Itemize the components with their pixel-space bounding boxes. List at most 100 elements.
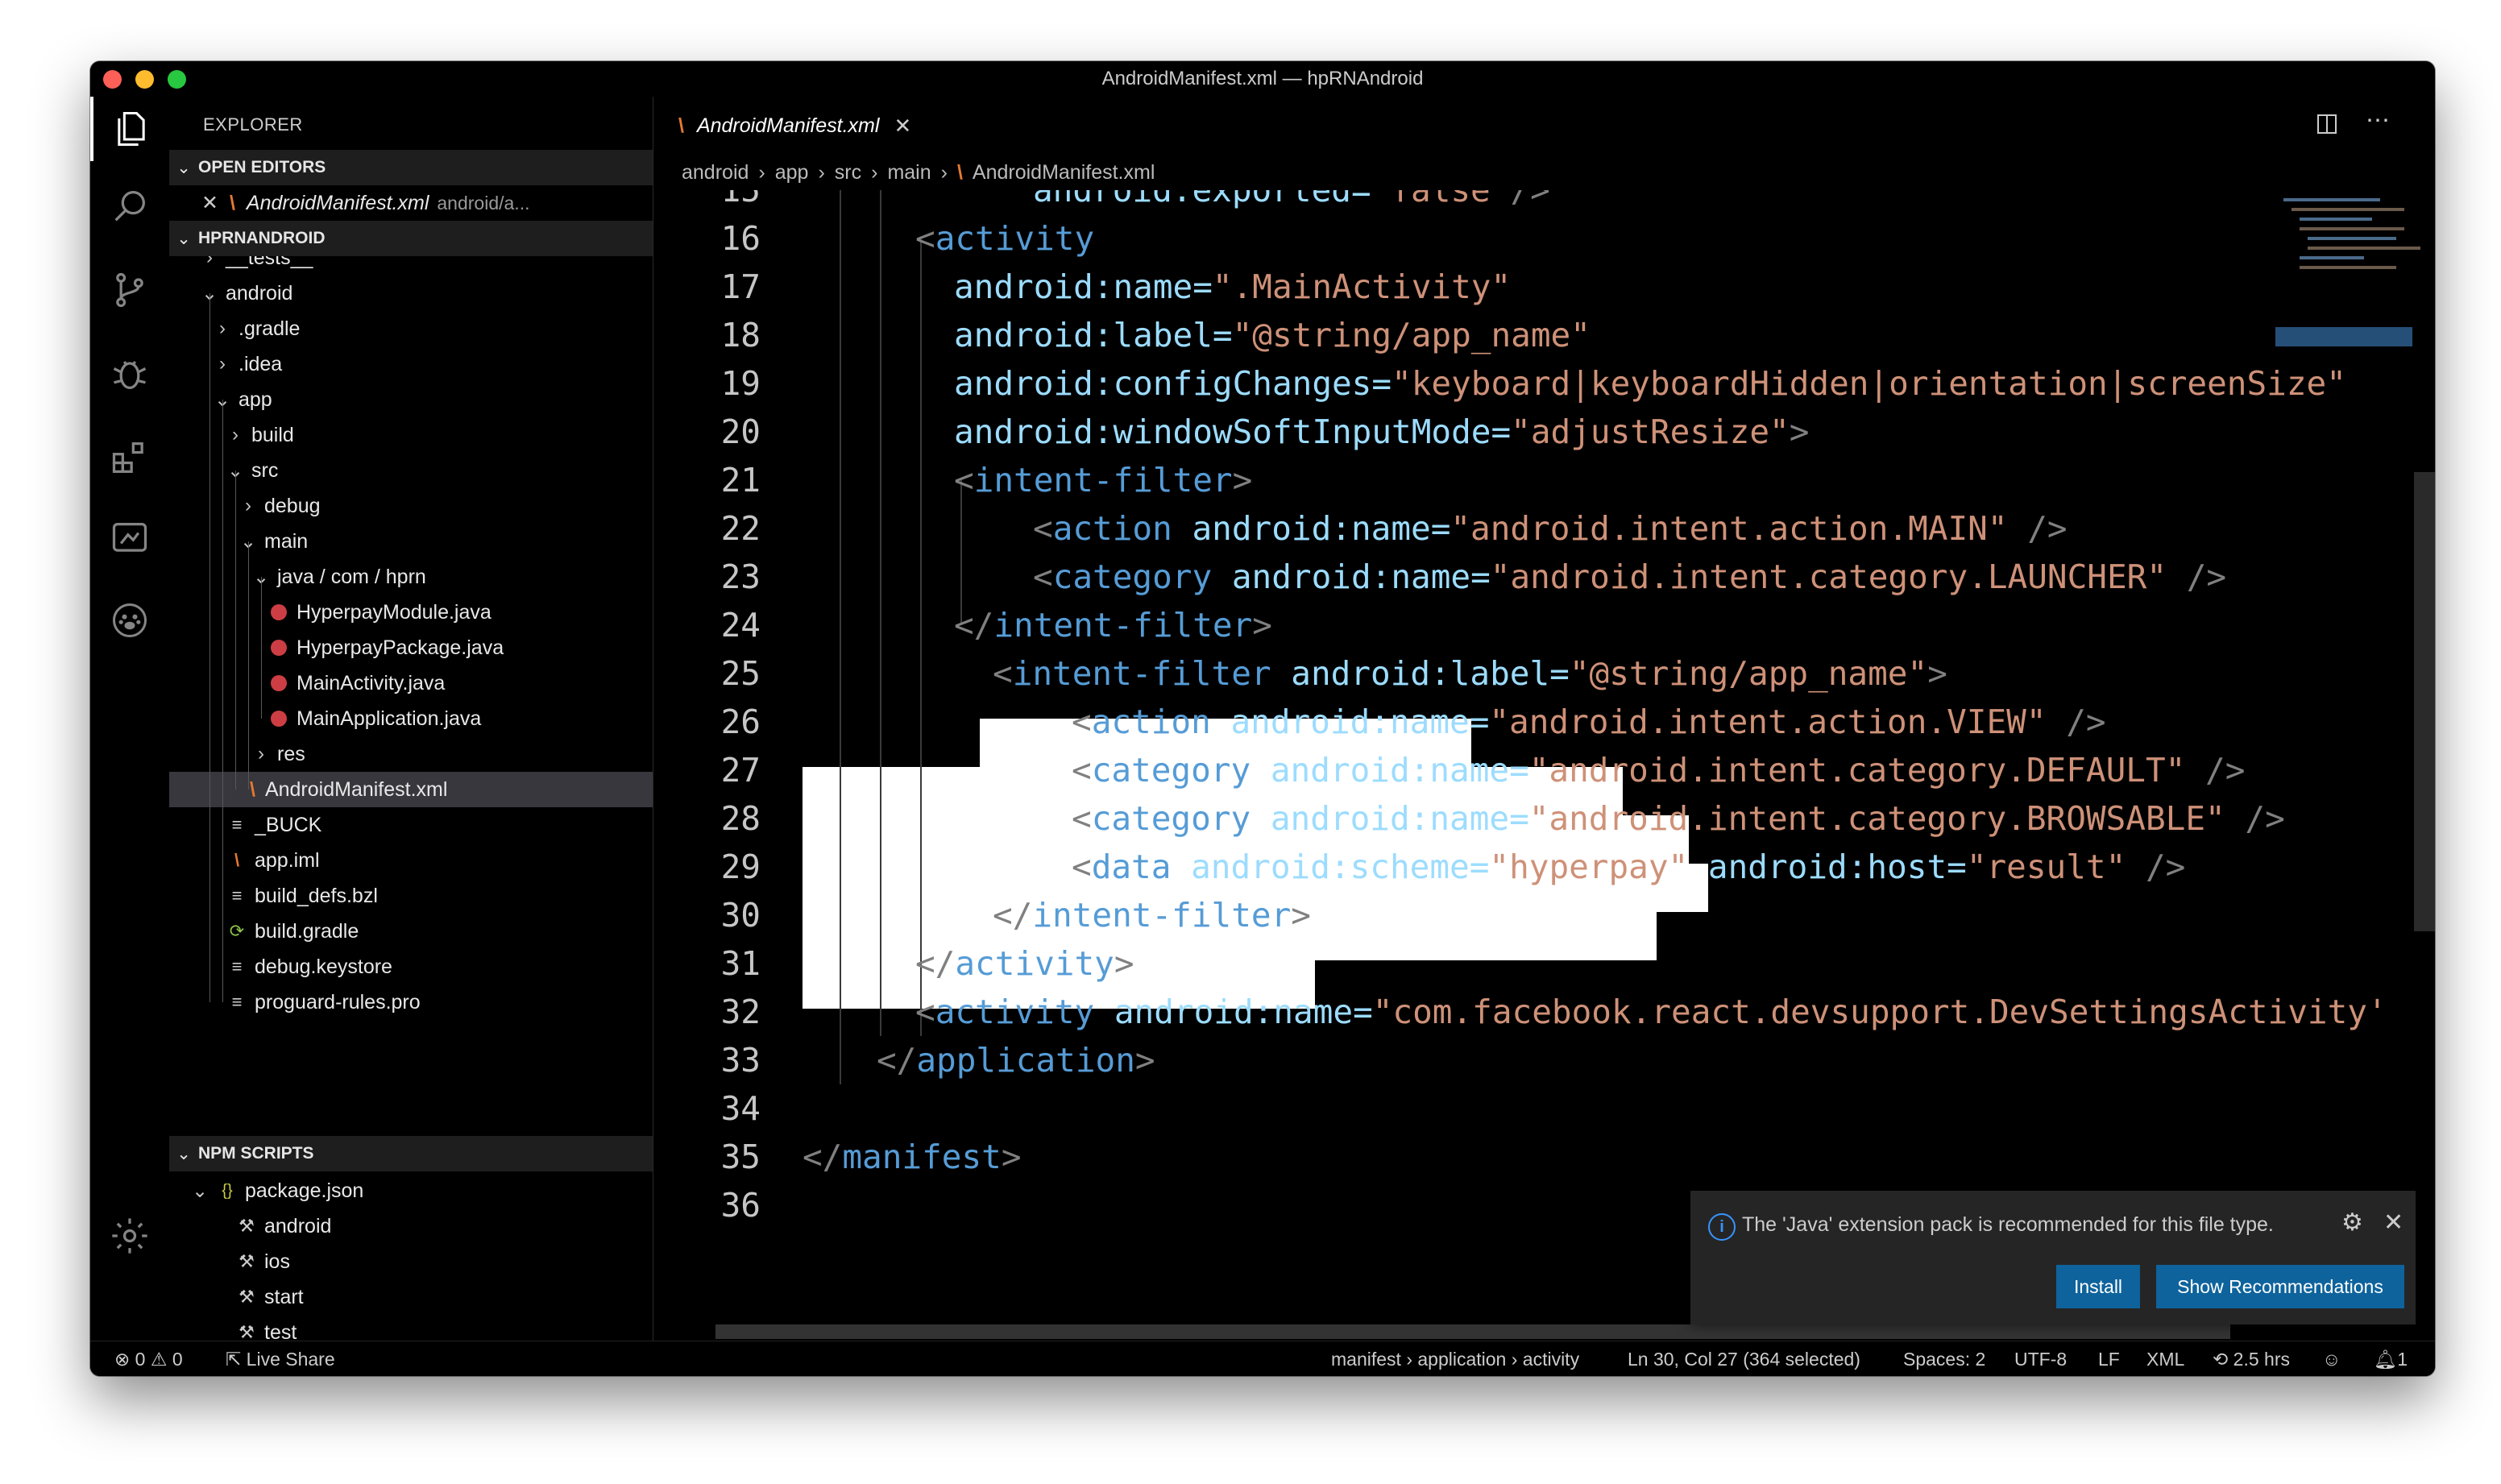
close-tab-icon[interactable]: ✕ [894,114,911,139]
npm-script-start[interactable]: ⚒ start [169,1279,653,1315]
open-editor-item[interactable]: ✕ \ AndroidManifest.xml android/a... [169,185,653,221]
feedback-icon[interactable]: ☺ [2322,1349,2341,1370]
history-icon: ⟲ [2213,1349,2229,1370]
breadcrumb-item[interactable]: AndroidManifest.xml [973,161,1155,184]
title-bar: AndroidManifest.xml — hpRNAndroid [90,61,2435,97]
tree-file-buck[interactable]: ≡ _BUCK [169,807,653,843]
activity-bar [90,97,170,1341]
source-control-icon[interactable] [90,258,169,322]
tree-file-hyperpaypackage[interactable]: HyperpayPackage.java [169,630,653,665]
breadcrumb-item[interactable]: main [887,161,931,184]
close-icon[interactable]: ✕ [2383,1208,2404,1237]
live-share-icon: ⇱ [226,1349,242,1370]
notifications-bell[interactable]: 🔔︎1 [2374,1349,2408,1370]
live-share-button[interactable]: ⇱ Live Share [226,1349,335,1370]
rss-icon: \ [678,114,684,137]
npm-script-android[interactable]: ⚒ android [169,1208,653,1244]
tree-file-debugkeystore[interactable]: ≡ debug.keystore [169,949,653,984]
lines-file-icon: ≡ [231,992,243,1012]
tree-file-builddefs[interactable]: ≡ build_defs.bzl [169,878,653,914]
chevron-down-icon: ⌄ [176,229,191,248]
tree-folder-res[interactable]: › res [169,736,653,772]
chevron-right-icon: › [219,353,226,375]
tree-folder-tests[interactable]: › __tests__ [169,256,653,276]
lines-file-icon: ≡ [231,885,243,906]
encoding[interactable]: UTF-8 [2014,1349,2067,1370]
code-line: 23 <category android:name="android.intent… [720,558,2227,596]
tree-file-buildgradle[interactable]: ⟳ build.gradle [169,914,653,949]
tree-folder-build[interactable]: › build [169,417,653,453]
split-editor-icon[interactable] [2317,114,2337,134]
tree-folder-app[interactable]: ⌄ app [169,382,653,417]
rss-icon: \ [956,160,963,184]
tree-file-hyperpaymodule[interactable]: HyperpayModule.java [169,595,653,630]
tree-folder-main[interactable]: ⌄ main [169,524,653,559]
tree-folder-debug[interactable]: › debug [169,488,653,524]
code-line: 28 <category android:name="android.intent… [720,799,2285,838]
code-line: 29 <data android:scheme="hyperpay" androi… [720,848,2186,886]
horizontal-scrollbar[interactable] [715,1324,2230,1339]
extensions-icon[interactable] [90,425,169,490]
breadcrumb-item[interactable]: app [775,161,809,184]
tree-file-proguard[interactable]: ≡ proguard-rules.pro [169,984,653,1020]
explorer-sidebar: EXPLORER ⌄ OPEN EDITORS ✕ \ AndroidManif… [169,97,653,1344]
code-line: 26 <action android:name="android.intent.a… [720,703,2106,741]
search-icon[interactable] [90,174,169,238]
breadcrumb-item[interactable]: android [682,161,749,184]
status-bar: ⊗ 0 ⚠ 0 ⇱ Live Share manifest › applicat… [90,1341,2435,1376]
code-line: 22 <action android:name="android.intent.a… [720,509,2068,548]
tree-folder-idea[interactable]: › .idea [169,346,653,382]
indentation[interactable]: Spaces: 2 [1903,1349,1985,1370]
npm-scripts-section[interactable]: ⌄ NPM SCRIPTS [169,1136,653,1171]
install-button[interactable]: Install [2056,1265,2140,1308]
breadcrumb-item[interactable]: src [835,161,861,184]
window-title: AndroidManifest.xml — hpRNAndroid [1101,68,1424,89]
npm-script-ios[interactable]: ⚒ ios [169,1244,653,1279]
tree-folder-src[interactable]: ⌄ src [169,453,653,488]
wrench-icon: ⚒ [238,1251,255,1271]
files-icon[interactable] [90,97,169,161]
line-endings[interactable]: LF [2098,1349,2120,1370]
show-recommendations-button[interactable]: Show Recommendations [2156,1265,2404,1308]
code-line: 27 <category android:name="android.intent… [720,751,2246,790]
vertical-scrollbar[interactable] [2414,472,2435,931]
warning-icon: ⚠ [150,1349,168,1370]
minimap[interactable] [2275,190,2420,375]
java-file-icon [271,604,287,620]
tree-file-appiml[interactable]: \ app.iml [169,843,653,878]
tree-file-mainapplication[interactable]: MainApplication.java [169,701,653,736]
explorer-title: EXPLORER [203,114,303,135]
tab-androidmanifest[interactable]: \ AndroidManifest.xml ✕ [654,97,936,155]
debug-icon[interactable] [90,342,169,406]
lines-file-icon: ≡ [231,956,243,976]
tree-folder-android[interactable]: ⌄ android [169,276,653,311]
project-section[interactable]: ⌄ HPRNANDROID [169,221,653,256]
cursor-position[interactable]: Ln 30, Col 27 (364 selected) [1628,1349,1860,1370]
tree-folder-gradle[interactable]: › .gradle [169,311,653,346]
chevron-right-icon: › [219,317,226,339]
tree-file-androidmanifest[interactable]: \ AndroidManifest.xml [169,772,653,807]
tree-folder-java[interactable]: ⌄ java / com / hprn [169,559,653,595]
code-line: 20 android:windowSoftInputMode="adjustRes… [720,412,1810,451]
npm-package-json[interactable]: ⌄ {} package.json [169,1173,653,1208]
gear-icon[interactable]: ⚙ [2341,1208,2363,1237]
element-path[interactable]: manifest › application › activity [1331,1349,1579,1370]
rss-icon: \ [229,191,235,214]
settings-icon[interactable] [90,1204,169,1268]
code-line: 31 </activity> [720,944,1134,983]
more-actions-icon[interactable]: ⋯ [2366,106,2390,135]
remote-explorer-icon[interactable] [90,506,169,570]
code-line: 18 android:label="@string/app_name" [720,316,1591,354]
lines-file-icon: ≡ [231,815,243,835]
language-mode[interactable]: XML [2146,1349,2184,1370]
open-editors-section[interactable]: ⌄ OPEN EDITORS [169,150,653,185]
paw-icon[interactable] [90,588,169,653]
time-tracker[interactable]: ⟲ 2.5 hrs [2213,1349,2290,1370]
code-line: 34 [720,1089,761,1128]
code-line: 21 <intent-filter> [720,461,1253,500]
tree-file-mainactivity[interactable]: MainActivity.java [169,665,653,701]
errors-status[interactable]: ⊗ 0 ⚠ 0 [114,1349,183,1370]
extension-notification: i The 'Java' extension pack is recommend… [1690,1191,2416,1324]
close-icon[interactable]: ✕ [201,191,218,215]
rss-icon: \ [234,850,240,870]
